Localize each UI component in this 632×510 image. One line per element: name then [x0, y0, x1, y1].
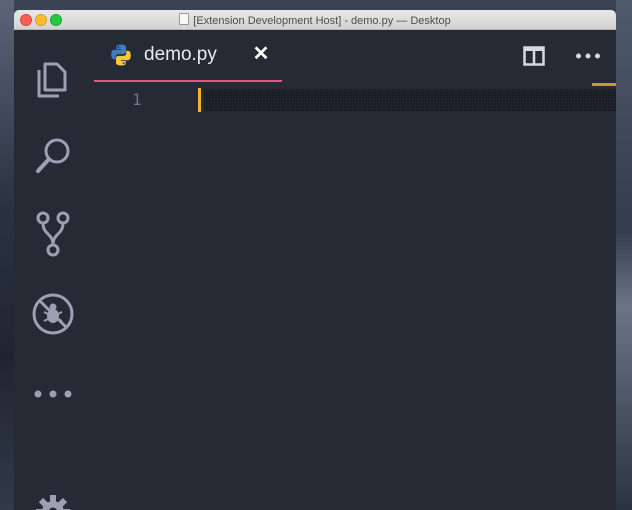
debug-icon[interactable]: [31, 292, 75, 336]
tab-demo-py[interactable]: demo.py ✕: [94, 30, 282, 82]
files-icon[interactable]: [31, 58, 75, 102]
title-bar[interactable]: [Extension Development Host] - demo.py —…: [14, 10, 616, 30]
more-actions-icon[interactable]: [575, 46, 601, 66]
overview-ruler-cursor-marker: [592, 83, 616, 86]
desktop-background-left: [0, 0, 14, 510]
current-line-highlight[interactable]: [204, 89, 616, 111]
editor-area: demo.py ✕ 1: [92, 30, 616, 510]
window-title-container: [Extension Development Host] - demo.py —…: [14, 13, 616, 28]
more-icon[interactable]: [31, 372, 75, 416]
source-control-icon[interactable]: [31, 211, 75, 257]
python-icon: [109, 43, 133, 67]
document-icon: [179, 13, 190, 25]
split-editor-icon[interactable]: [523, 46, 545, 66]
close-icon[interactable]: ✕: [252, 43, 270, 65]
code-line[interactable]: 1: [92, 88, 616, 112]
search-icon[interactable]: [31, 134, 75, 178]
window-title: [Extension Development Host] - demo.py —…: [193, 15, 451, 27]
gear-icon[interactable]: [31, 490, 75, 510]
text-cursor: [198, 88, 201, 112]
tab-bar: demo.py ✕: [92, 30, 616, 82]
desktop-background-right: [616, 0, 632, 510]
code-editor-body[interactable]: [92, 114, 616, 510]
activity-bar: [14, 30, 92, 510]
vscode-window: [Extension Development Host] - demo.py —…: [14, 10, 616, 510]
tab-label: demo.py: [144, 44, 217, 65]
line-number: 1: [132, 90, 142, 109]
